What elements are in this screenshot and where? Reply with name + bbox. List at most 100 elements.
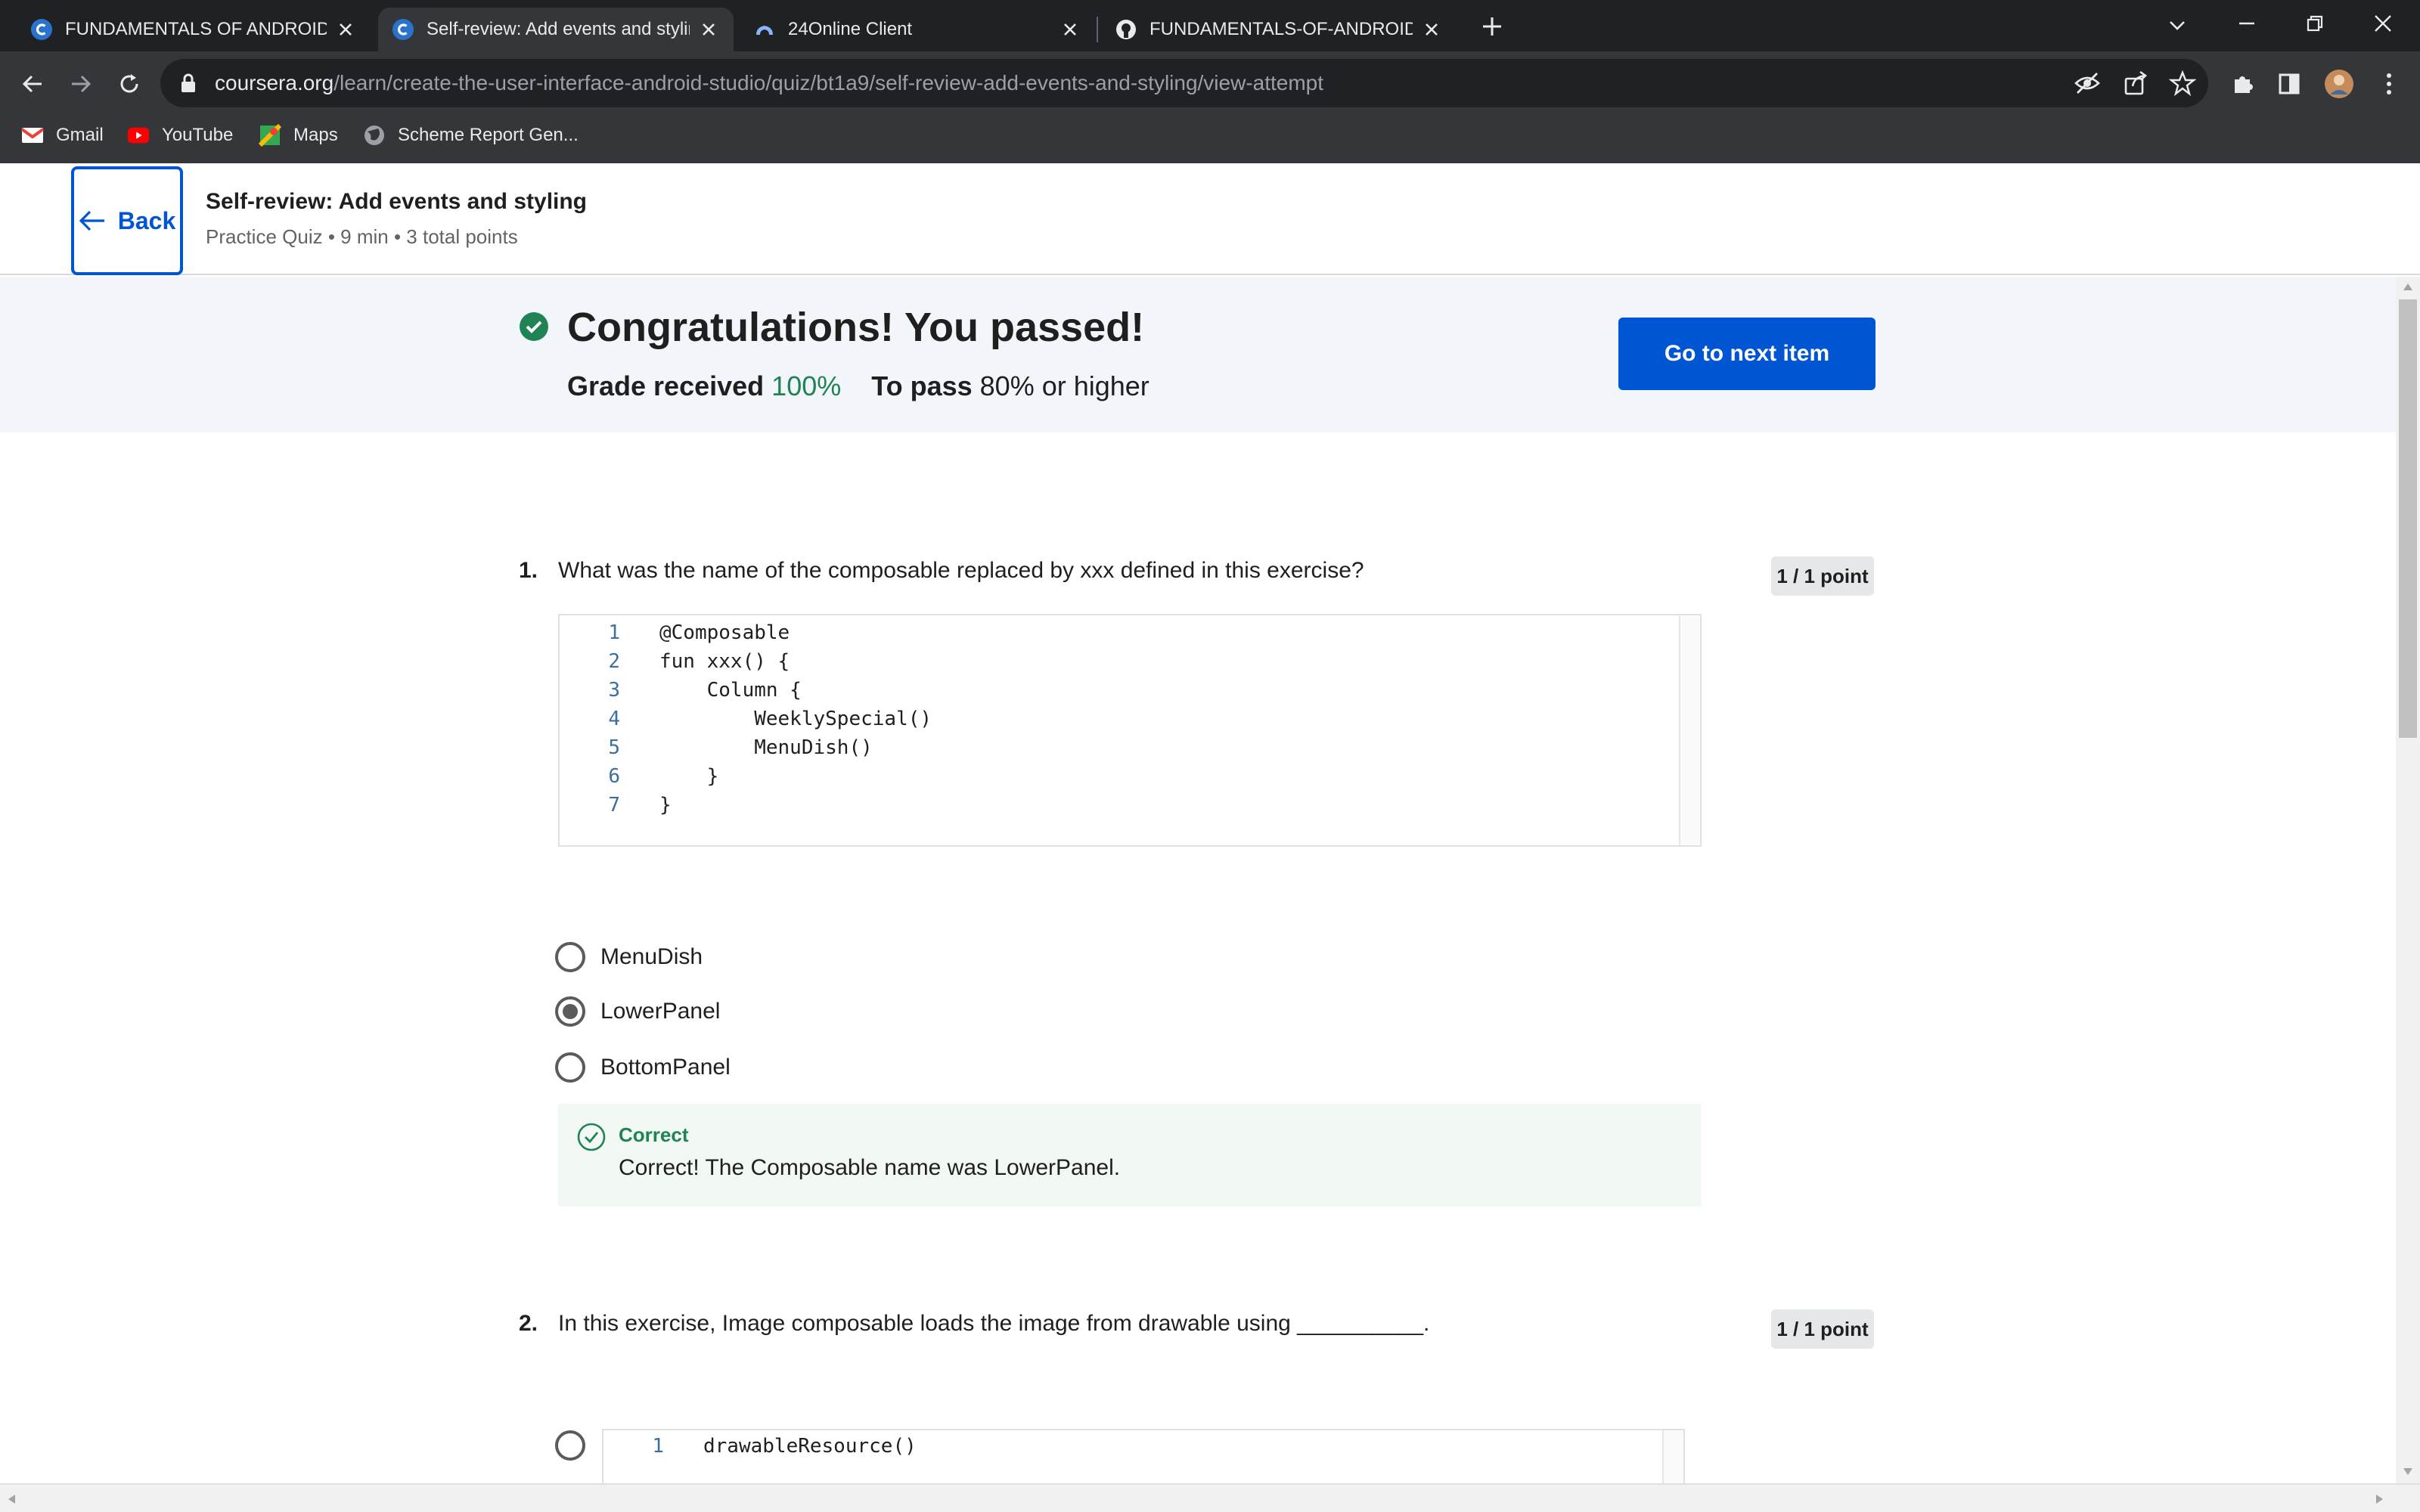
check-circle-outline-icon <box>577 1123 606 1151</box>
grade-value: 100% <box>771 370 842 401</box>
code-block: 1 @Composable 2 fun xxx() { 3 Column { 4 W… <box>558 614 1702 847</box>
coursera-icon <box>30 18 53 41</box>
pass-title: Congratulations! You passed! <box>567 305 1145 350</box>
line-number: 3 <box>608 679 620 702</box>
code-line: 5 MenuDish() <box>560 733 873 762</box>
tab-24online-client[interactable]: 24Online Client <box>740 8 1095 51</box>
bookmark-maps[interactable]: Maps <box>259 116 338 154</box>
browser-tab-strip: FUNDAMENTALS OF ANDROID :: Self-review: … <box>0 0 2420 51</box>
scroll-left-arrow-icon[interactable] <box>6 1493 17 1505</box>
profile-avatar[interactable] <box>2322 67 2356 101</box>
radio-dot <box>563 1004 578 1019</box>
tab-search-chevron-down-icon[interactable] <box>2160 8 2195 42</box>
quiz-header: Back Self-review: Add events and styling… <box>0 163 2420 275</box>
bookmark-label: Gmail <box>56 125 104 145</box>
points-badge: 1 / 1 point <box>1771 556 1874 596</box>
radio-unselected[interactable] <box>555 942 585 972</box>
back-arrow-icon[interactable] <box>15 67 50 101</box>
tab-close-icon[interactable] <box>697 18 720 41</box>
side-panel-icon[interactable] <box>2272 67 2307 101</box>
forward-arrow-icon[interactable] <box>64 67 98 101</box>
feedback-text: Correct! The Composable name was LowerPa… <box>619 1155 1121 1180</box>
tab-fundamentals-of-android[interactable]: FUNDAMENTALS OF ANDROID :: <box>17 8 371 51</box>
coursera-icon <box>392 18 414 41</box>
line-number: 7 <box>608 794 620 816</box>
bookmark-youtube[interactable]: YouTube <box>127 116 233 154</box>
tab-title: FUNDAMENTALS OF ANDROID :: <box>65 19 327 39</box>
quiz-meta: Practice Quiz • 9 min • 3 total points <box>206 225 518 248</box>
bookmark-star-icon[interactable] <box>2168 70 2197 97</box>
close-window-icon[interactable] <box>2366 6 2400 41</box>
horizontal-scrollbar[interactable] <box>0 1483 2420 1512</box>
code-text: } <box>659 765 719 788</box>
url-text: coursera.org/learn/create-the-user-inter… <box>215 59 1323 107</box>
share-icon[interactable] <box>2122 70 2149 97</box>
radio-unselected[interactable] <box>555 1052 585 1083</box>
bookmark-scheme-report[interactable]: Scheme Report Gen... <box>363 116 579 154</box>
points-badge: 1 / 1 point <box>1771 1309 1874 1349</box>
feedback-label: Correct <box>619 1123 689 1146</box>
scroll-right-arrow-icon[interactable] <box>2375 1493 2385 1505</box>
browser-menu-icon[interactable] <box>2372 67 2406 101</box>
code-line: 4 WeeklySpecial() <box>560 705 932 733</box>
bookmark-label: Scheme Report Gen... <box>398 125 579 145</box>
pass-value: 80% or higher <box>979 370 1150 401</box>
option-label: LowerPanel <box>600 999 721 1024</box>
gmail-icon <box>21 124 44 147</box>
browser-toolbar: coursera.org/learn/create-the-user-inter… <box>0 51 2420 116</box>
code-line: 1 drawableResource() <box>603 1432 916 1461</box>
grade-label: Grade received <box>567 370 765 401</box>
new-tab-plus-icon[interactable] <box>1476 11 1508 42</box>
line-number: 1 <box>652 1435 664 1458</box>
answer-option-drawableresource[interactable] <box>555 1430 600 1461</box>
tab-separator <box>1097 17 1098 42</box>
code-text: @Composable <box>659 621 790 644</box>
scroll-down-arrow-icon[interactable] <box>2402 1467 2414 1477</box>
url-host: coursera.org <box>215 71 334 94</box>
line-number: 4 <box>608 708 620 730</box>
tab-github-fundamentals[interactable]: FUNDAMENTALS-OF-ANDROID-C <box>1101 8 1457 51</box>
tab-close-icon[interactable] <box>1420 18 1443 41</box>
go-to-next-item-button[interactable]: Go to next item <box>1618 318 1876 390</box>
question-text: In this exercise, Image composable loads… <box>558 1311 1430 1336</box>
tab-title: 24Online Client <box>788 19 913 39</box>
url-path: /learn/create-the-user-interface-android… <box>334 71 1324 94</box>
code-scrollbar[interactable] <box>1662 1430 1683 1483</box>
code-text: } <box>659 794 672 816</box>
code-scrollbar[interactable] <box>1679 615 1700 845</box>
scrollbar-thumb[interactable] <box>2399 299 2417 738</box>
code-text: fun xxx() { <box>659 650 790 673</box>
code-line: 7} <box>560 791 672 820</box>
code-text: WeeklySpecial() <box>659 708 932 730</box>
back-arrow-icon <box>79 209 106 232</box>
answer-option-menudish[interactable]: MenuDish <box>555 942 703 972</box>
minimize-icon[interactable] <box>2229 6 2264 41</box>
tab-close-icon[interactable] <box>334 18 357 41</box>
tab-close-icon[interactable] <box>1059 18 1081 41</box>
eye-off-icon[interactable] <box>2074 70 2101 97</box>
reload-icon[interactable] <box>112 67 147 101</box>
vertical-scrollbar[interactable] <box>2396 277 2420 1483</box>
github-icon <box>1115 18 1137 41</box>
bookmark-gmail[interactable]: Gmail <box>21 116 104 154</box>
tab-title: Self-review: Add events and styling <box>427 19 690 39</box>
result-banner: Congratulations! You passed! Grade recei… <box>0 277 2399 432</box>
code-text: MenuDish() <box>659 736 873 759</box>
globe-icon <box>363 124 386 147</box>
radio-unselected[interactable] <box>555 1430 585 1461</box>
check-circle-icon <box>520 312 548 341</box>
restore-icon[interactable] <box>2297 6 2332 41</box>
answer-option-bottompanel[interactable]: BottomPanel <box>555 1052 731 1083</box>
radio-selected[interactable] <box>555 996 585 1027</box>
code-line: 1 @Composable <box>560 618 790 647</box>
tab-self-review[interactable]: Self-review: Add events and styling <box>378 8 734 51</box>
code-line: 2 fun xxx() { <box>560 647 790 676</box>
answer-option-lowerpanel[interactable]: LowerPanel <box>555 996 720 1027</box>
line-number: 6 <box>608 765 620 788</box>
lock-icon[interactable] <box>177 71 200 95</box>
back-button[interactable]: Back <box>71 166 183 275</box>
code-line: 3 Column { <box>560 676 802 705</box>
scroll-up-arrow-icon[interactable] <box>2402 281 2414 292</box>
extensions-puzzle-icon[interactable] <box>2225 67 2260 101</box>
address-bar[interactable]: coursera.org/learn/create-the-user-inter… <box>160 59 2208 107</box>
